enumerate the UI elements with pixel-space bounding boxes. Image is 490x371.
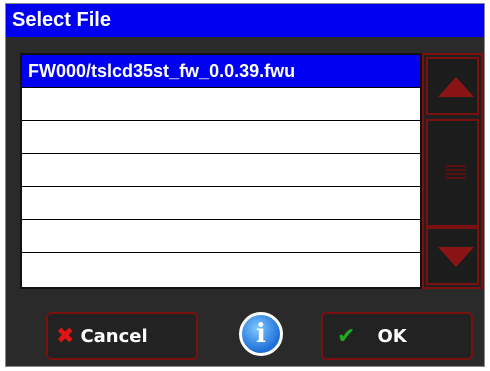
cancel-label: Cancel: [80, 325, 148, 347]
select-file-dialog: Select File FW000/tslcd35st_fw_0.0.39.fw…: [5, 3, 485, 367]
x-icon: ✖: [56, 323, 75, 349]
list-item[interactable]: FW000/tslcd35st_fw_0.0.39.fwu: [22, 55, 420, 88]
check-icon: ✔: [337, 323, 356, 349]
triangle-down-icon: [438, 247, 474, 267]
list-scrollbar[interactable]: [422, 53, 483, 289]
info-icon[interactable]: i: [239, 312, 283, 356]
triangle-up-icon: [438, 77, 474, 97]
grip-icon: [446, 165, 466, 181]
list-item[interactable]: [22, 154, 420, 187]
dialog-title: Select File: [6, 4, 484, 37]
cancel-button[interactable]: ✖ Cancel: [46, 312, 198, 360]
ok-button[interactable]: ✔ OK: [321, 312, 473, 360]
list-item[interactable]: [22, 88, 420, 121]
file-list[interactable]: FW000/tslcd35st_fw_0.0.39.fwu: [20, 53, 422, 289]
list-item[interactable]: [22, 220, 420, 253]
ok-label: OK: [377, 325, 407, 347]
list-item[interactable]: [22, 187, 420, 220]
info-glyph: i: [256, 319, 266, 349]
scroll-down-button[interactable]: [426, 227, 479, 285]
scroll-up-button[interactable]: [426, 57, 479, 115]
list-item[interactable]: [22, 121, 420, 154]
list-item[interactable]: [22, 253, 420, 286]
scroll-thumb[interactable]: [426, 119, 479, 227]
